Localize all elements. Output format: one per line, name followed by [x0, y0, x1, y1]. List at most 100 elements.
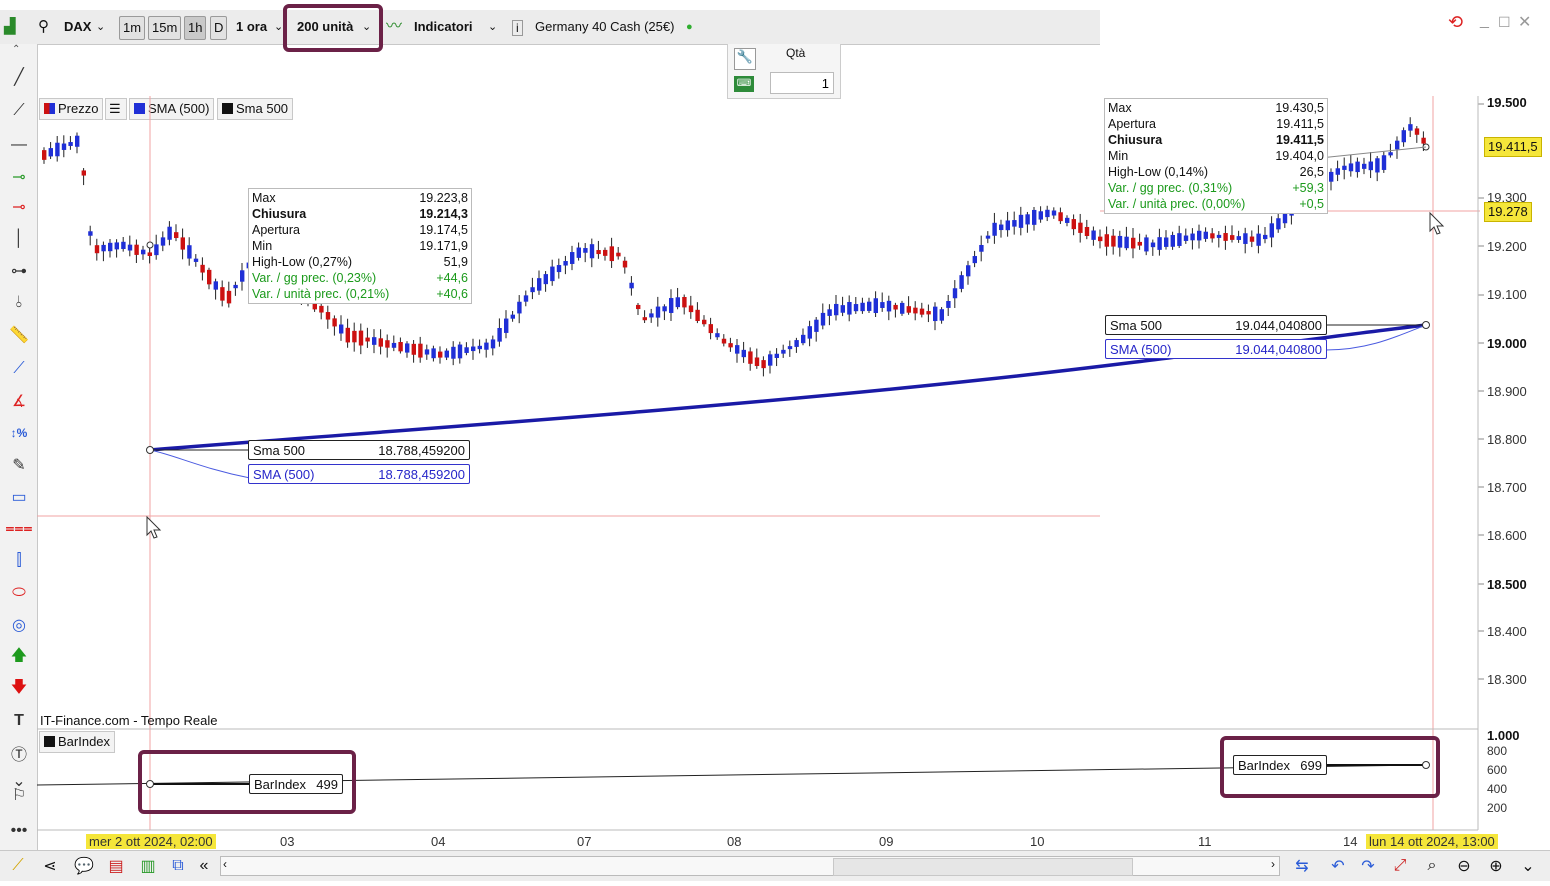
candle[interactable]	[1104, 234, 1109, 247]
candle[interactable]	[649, 313, 654, 318]
candle[interactable]	[1263, 234, 1268, 240]
candle[interactable]	[200, 264, 205, 273]
candle[interactable]	[972, 256, 977, 264]
candle[interactable]	[735, 345, 740, 354]
candle[interactable]	[1395, 140, 1400, 150]
candle[interactable]	[1375, 158, 1380, 173]
scroll-left-icon[interactable]: ‹	[223, 857, 227, 871]
candle[interactable]	[385, 340, 390, 348]
candle[interactable]	[1137, 241, 1142, 246]
candle[interactable]	[1368, 161, 1373, 171]
candle[interactable]	[695, 309, 700, 321]
candle[interactable]	[213, 281, 218, 290]
chart-style-icon[interactable]: ⟋	[6, 854, 30, 878]
scroll-thumb[interactable]	[833, 858, 1133, 876]
horizontal-scrollbar[interactable]: ‹ ›	[220, 856, 1280, 876]
candle[interactable]	[609, 246, 614, 262]
candle[interactable]	[114, 242, 119, 250]
candle[interactable]	[1216, 234, 1222, 238]
zoom-out-icon[interactable]: ⊖	[1452, 854, 1476, 878]
zoom-fit-icon[interactable]: ⌕	[1420, 854, 1444, 878]
candle[interactable]	[365, 337, 370, 342]
candle[interactable]	[1018, 214, 1024, 228]
candle[interactable]	[431, 348, 436, 359]
scroll-right-icon[interactable]: ›	[1271, 857, 1275, 871]
candle[interactable]	[636, 304, 641, 310]
candle[interactable]	[563, 261, 568, 266]
candle[interactable]	[418, 343, 423, 358]
candle[interactable]	[233, 284, 238, 289]
candle[interactable]	[1045, 209, 1050, 218]
candle[interactable]	[867, 301, 872, 311]
candle[interactable]	[477, 345, 482, 350]
candle[interactable]	[919, 308, 925, 315]
candle[interactable]	[1190, 233, 1195, 241]
candle[interactable]	[1381, 155, 1387, 170]
candle[interactable]	[1157, 237, 1162, 250]
candle[interactable]	[1203, 231, 1208, 239]
sync-time-icon[interactable]: ⇆	[1290, 854, 1314, 878]
candle[interactable]	[438, 351, 443, 358]
candle[interactable]	[471, 346, 476, 352]
candle[interactable]	[154, 244, 159, 256]
candle[interactable]	[728, 343, 733, 348]
candle[interactable]	[108, 242, 113, 252]
candle[interactable]	[550, 266, 555, 282]
candle[interactable]	[662, 306, 667, 312]
candle[interactable]	[761, 360, 766, 369]
candle[interactable]	[1005, 220, 1010, 231]
scroll-start-icon[interactable]: «	[192, 854, 216, 878]
candle[interactable]	[1421, 137, 1426, 144]
candle[interactable]	[933, 306, 938, 322]
comment-icon[interactable]: 💬	[72, 854, 96, 878]
candle[interactable]	[774, 353, 779, 358]
candle[interactable]	[1084, 226, 1090, 236]
candle[interactable]	[1414, 128, 1420, 135]
sma-anchor-left[interactable]	[146, 446, 154, 454]
candle[interactable]	[240, 270, 245, 282]
candle[interactable]	[913, 307, 918, 314]
candle[interactable]	[42, 150, 47, 160]
candle[interactable]	[900, 302, 905, 314]
candle[interactable]	[702, 319, 707, 325]
candle[interactable]	[999, 224, 1004, 231]
undo-icon[interactable]: ↶	[1326, 854, 1350, 878]
candle[interactable]	[55, 142, 60, 157]
candle[interactable]	[180, 237, 185, 250]
candle[interactable]	[840, 305, 845, 313]
candle[interactable]	[860, 302, 865, 312]
candle[interactable]	[708, 324, 713, 334]
candle[interactable]	[1230, 235, 1235, 240]
candle[interactable]	[556, 265, 562, 273]
candle[interactable]	[68, 142, 73, 146]
candle[interactable]	[1183, 235, 1189, 241]
candle[interactable]	[1025, 214, 1030, 225]
candle[interactable]	[121, 241, 126, 250]
candle[interactable]	[1256, 233, 1261, 246]
candle[interactable]	[834, 303, 839, 316]
multi-chart-icon[interactable]: ⧉	[166, 854, 190, 878]
candle[interactable]	[141, 249, 146, 255]
candle[interactable]	[1170, 234, 1175, 247]
candle[interactable]	[642, 317, 647, 321]
candle[interactable]	[160, 237, 166, 246]
candle[interactable]	[596, 250, 601, 255]
candle[interactable]	[1249, 236, 1255, 242]
candle[interactable]	[48, 148, 53, 157]
candle[interactable]	[906, 306, 911, 313]
candle[interactable]	[523, 295, 529, 302]
candle[interactable]	[537, 278, 542, 291]
candle[interactable]	[787, 346, 793, 350]
share-icon[interactable]: ⋖	[38, 854, 62, 878]
candle[interactable]	[1348, 163, 1354, 172]
candle[interactable]	[1098, 236, 1103, 242]
candle[interactable]	[1071, 219, 1076, 230]
candle[interactable]	[358, 330, 364, 346]
candle[interactable]	[721, 338, 727, 344]
candle[interactable]	[781, 349, 786, 354]
zoom-in-icon[interactable]: ⊕	[1484, 854, 1508, 878]
candle[interactable]	[893, 304, 898, 310]
candle[interactable]	[1038, 211, 1043, 220]
candle[interactable]	[820, 312, 826, 326]
candle[interactable]	[352, 330, 357, 343]
